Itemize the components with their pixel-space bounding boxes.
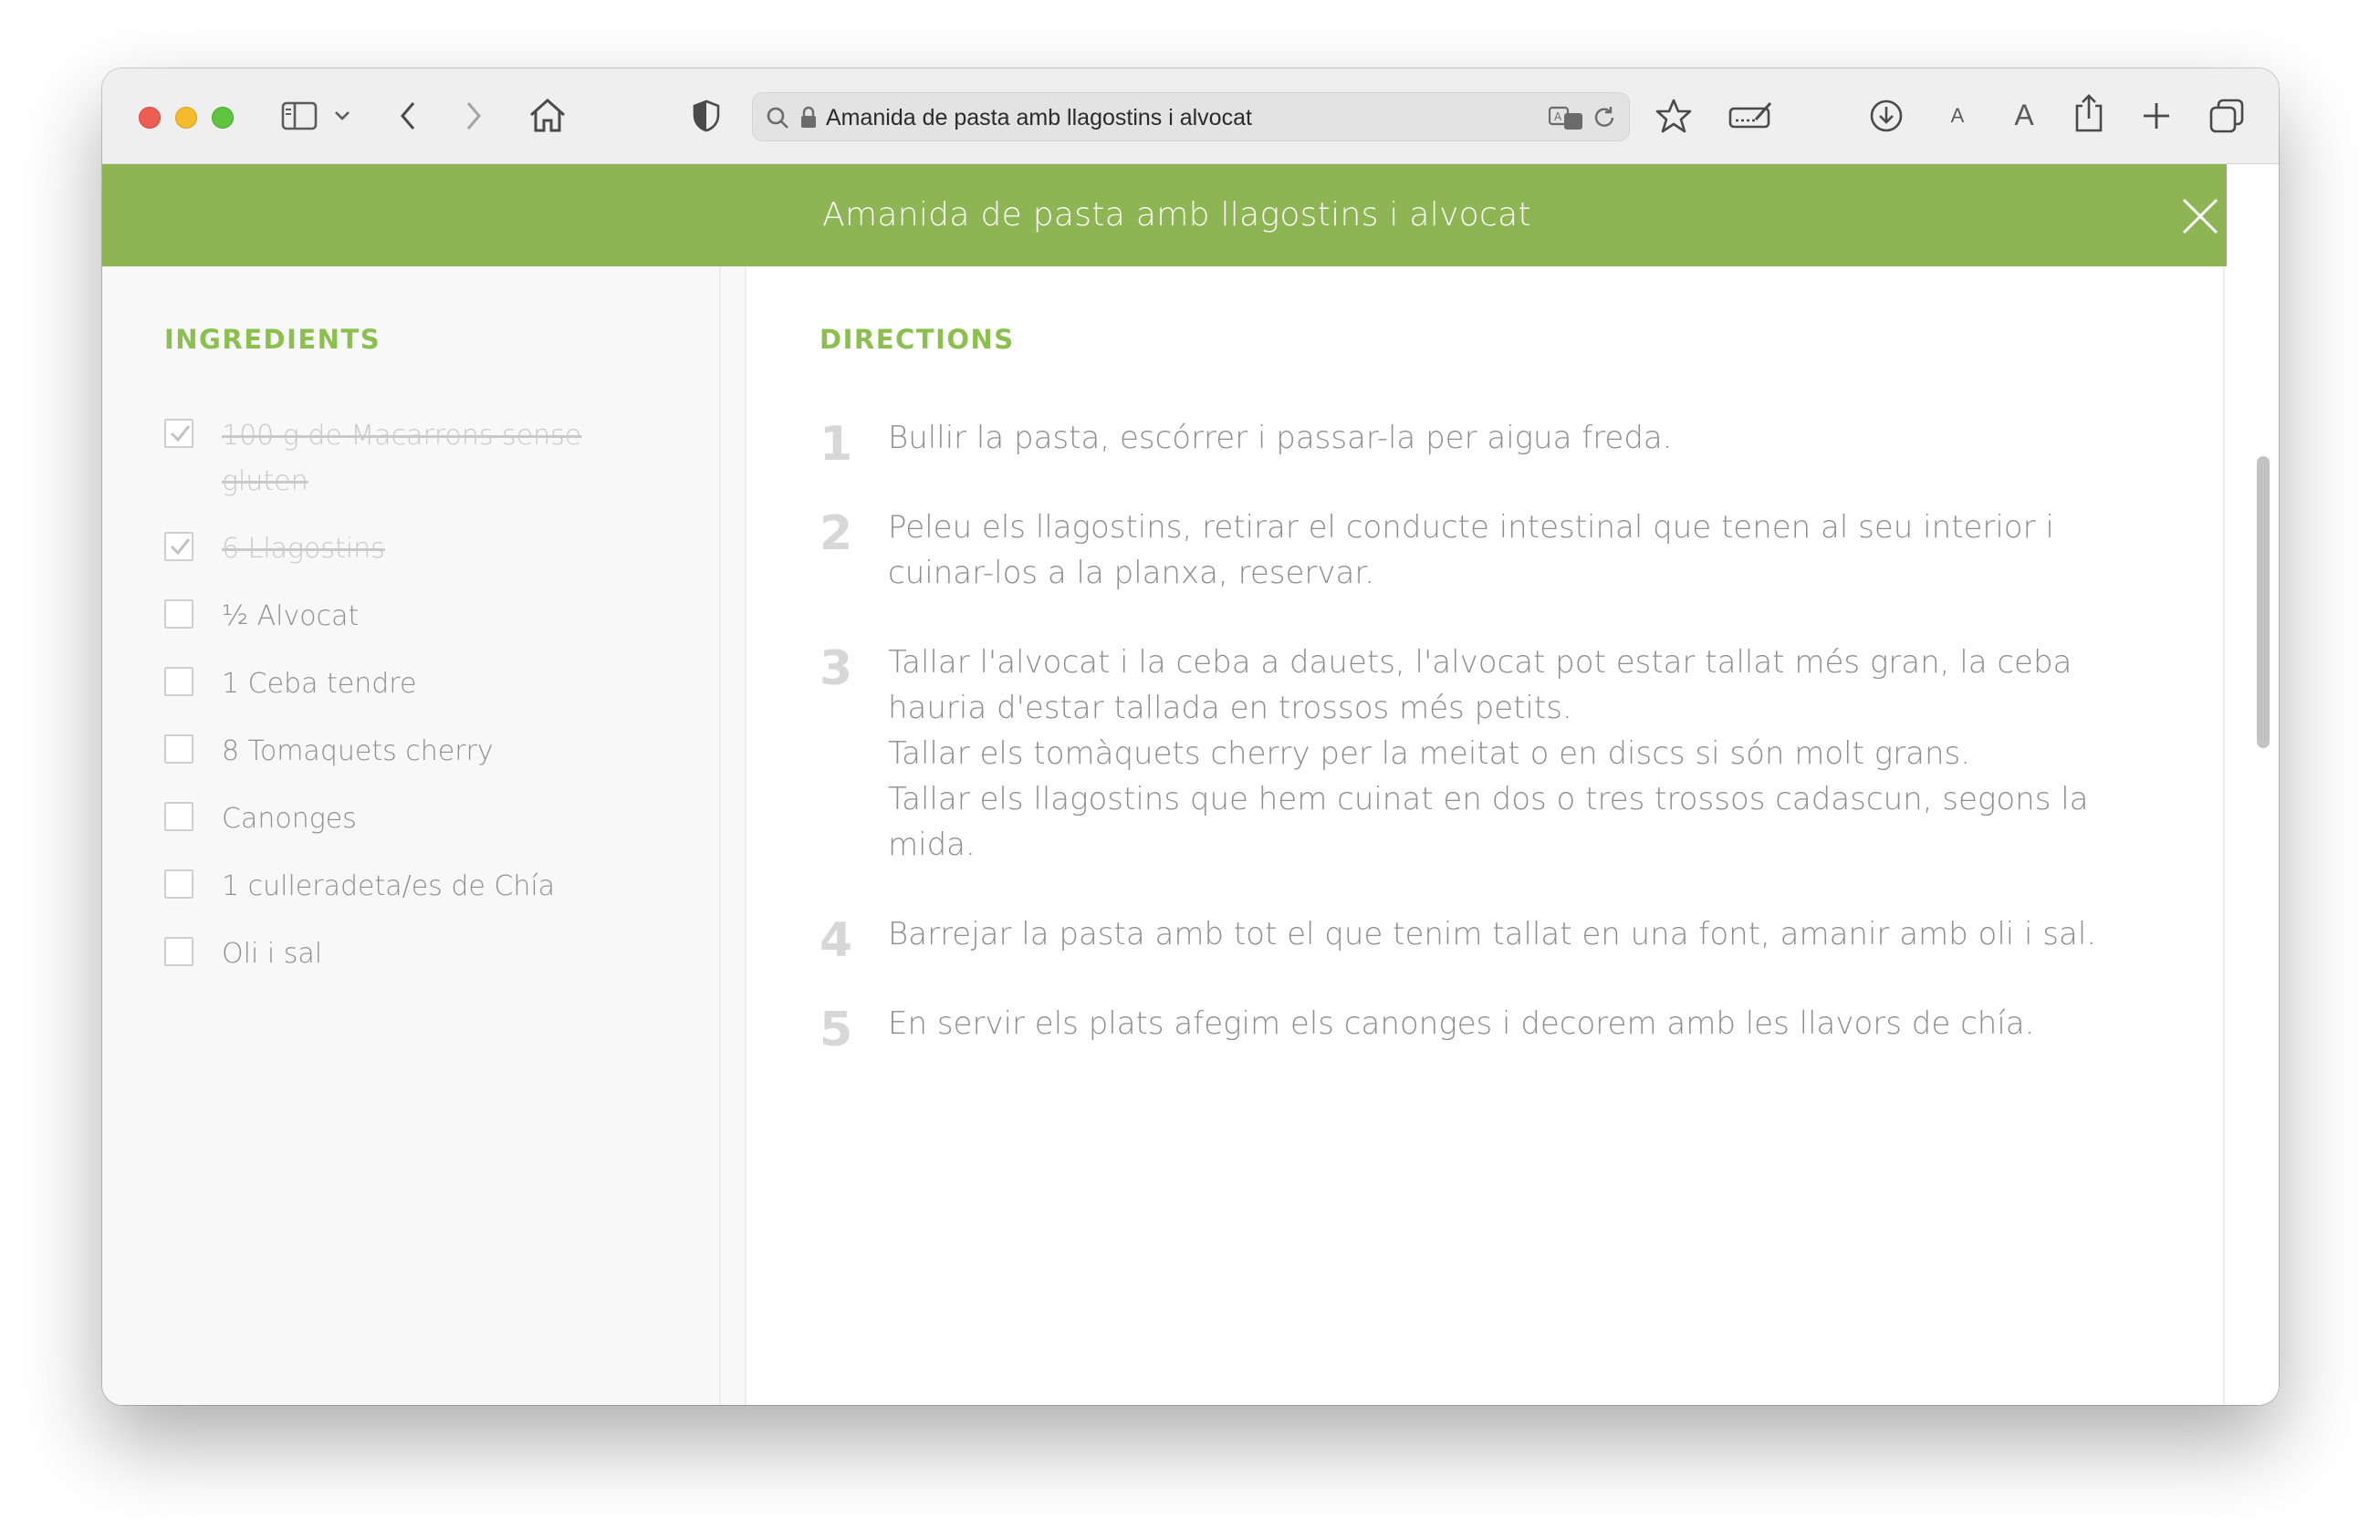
step-number: 2 [819, 506, 853, 561]
ingredient-item[interactable]: 100 g de Macarrons sense gluten [164, 413, 639, 505]
step-text: Peleu els llagostins, retirar el conduct… [888, 509, 2054, 591]
address-bar[interactable]: Amanida de pasta amb llagostins i alvoca… [752, 92, 1630, 141]
ingredients-heading: INGREDIENTS [164, 324, 381, 355]
shield-icon[interactable] [692, 99, 721, 133]
ingredient-item[interactable]: 1 culleradeta/es de Chía [164, 864, 639, 910]
panel-divider [721, 266, 746, 1405]
step-number: 3 [819, 641, 853, 696]
zoom-window-button[interactable] [212, 107, 234, 129]
ingredient-text: 1 culleradeta/es de Chía [222, 870, 556, 902]
scrollbar-thumb[interactable] [2257, 456, 2270, 748]
step-number: 5 [819, 1003, 853, 1057]
translate-icon[interactable]: A [1549, 104, 1585, 131]
download-icon[interactable] [1868, 98, 1905, 134]
search-icon [766, 106, 789, 130]
ingredient-item[interactable]: Oli i sal [164, 931, 639, 977]
plus-icon[interactable] [2139, 99, 2174, 133]
ingredient-text: Oli i sal [222, 938, 323, 970]
ingredient-text: 8 Tomaquets cherry [222, 735, 494, 767]
ingredient-item[interactable]: Canonges [164, 796, 639, 842]
star-icon[interactable] [1655, 98, 1692, 134]
ingredient-item[interactable]: ½ Alvocat [164, 594, 639, 640]
direction-step: 1 Bullir la pasta, escórrer i passar-la p… [819, 415, 2115, 470]
directions-list: 1 Bullir la pasta, escórrer i passar-la p… [819, 415, 2115, 1090]
step-text: En servir els plats afegim els canonges … [888, 1005, 2035, 1042]
checkbox[interactable] [164, 667, 193, 696]
url-text: Amanida de pasta amb llagostins i alvoca… [826, 105, 1252, 130]
sidebar-icon[interactable] [280, 99, 318, 132]
checkbox-checked[interactable] [164, 419, 193, 448]
back-icon[interactable] [394, 98, 422, 134]
recipe-title: Amanida de pasta amb llagostins i alvoca… [822, 196, 1531, 234]
scrollbar-track[interactable] [2227, 164, 2279, 1405]
checkbox[interactable] [164, 599, 193, 629]
close-icon[interactable] [2181, 197, 2219, 235]
ingredient-text: 100 g de Macarrons sense gluten [222, 420, 582, 497]
step-number: 4 [819, 913, 853, 968]
ingredient-item[interactable]: 6 Llagostins [164, 526, 639, 572]
direction-step: 3 Tallar l'alvocat i la ceba a dauets, l'… [819, 640, 2115, 868]
step-number: 1 [819, 417, 853, 472]
checkmark-icon [170, 538, 191, 556]
direction-step: 4 Barrejar la pasta amb tot el que tenim … [819, 911, 2115, 966]
recipe-header: Amanida de pasta amb llagostins i alvoca… [102, 164, 2251, 266]
share-icon[interactable] [2072, 92, 2106, 134]
checkbox[interactable] [164, 937, 193, 966]
svg-text:A: A [1554, 110, 1562, 123]
browser-toolbar: Amanida de pasta amb llagostins i alvoca… [102, 68, 2279, 164]
ingredients-list: 100 g de Macarrons sense gluten 6 Llagost… [164, 413, 639, 999]
reload-icon[interactable] [1591, 104, 1618, 131]
ingredient-text: 6 Llagostins [222, 533, 385, 565]
ingredient-text: Canonges [222, 803, 357, 835]
direction-step: 5 En servir els plats afegim els canonges… [819, 1001, 2115, 1056]
ingredient-item[interactable]: 8 Tomaquets cherry [164, 729, 639, 775]
ingredient-text: 1 Ceba tendre [222, 668, 417, 700]
step-text: Bullir la pasta, escórrer i passar-la pe… [888, 420, 1673, 456]
checkmark-icon [170, 425, 191, 442]
edit-icon[interactable] [1728, 99, 1774, 132]
directions-heading: DIRECTIONS [819, 324, 1015, 355]
chevron-down-icon[interactable] [332, 107, 352, 125]
checkbox[interactable] [164, 869, 193, 899]
lock-icon [799, 106, 819, 130]
tabs-icon[interactable] [2208, 98, 2245, 134]
ingredient-item[interactable]: 1 Ceba tendre [164, 661, 639, 707]
minimize-window-button[interactable] [175, 107, 197, 129]
direction-step: 2 Peleu els llagostins, retirar el conduc… [819, 505, 2115, 596]
ingredient-text: ½ Alvocat [222, 600, 360, 632]
font-larger-button[interactable]: A [2008, 96, 2041, 134]
checkbox[interactable] [164, 734, 193, 764]
font-smaller-button[interactable]: A [1944, 99, 1971, 132]
close-window-button[interactable] [139, 107, 161, 129]
checkbox[interactable] [164, 802, 193, 831]
step-text: Barrejar la pasta amb tot el que tenim t… [888, 916, 2097, 952]
checkbox-checked[interactable] [164, 532, 193, 561]
forward-icon[interactable] [460, 98, 487, 134]
step-text: Tallar l'alvocat i la ceba a dauets, l'a… [888, 644, 2089, 863]
browser-window: Amanida de pasta amb llagostins i alvoca… [102, 68, 2279, 1405]
home-icon[interactable] [527, 96, 568, 134]
